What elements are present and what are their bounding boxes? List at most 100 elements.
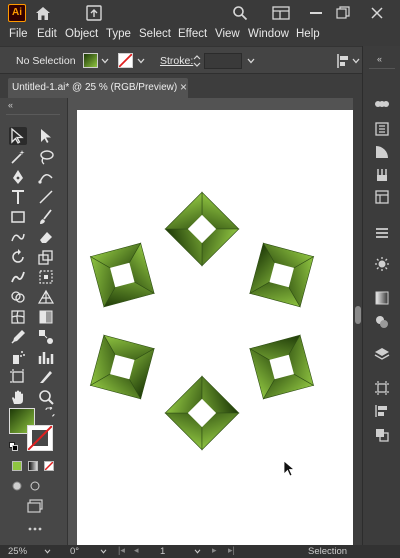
- chevron-down-icon[interactable]: [194, 549, 201, 554]
- menu-object[interactable]: Object: [65, 28, 98, 40]
- menu-select[interactable]: Select: [139, 28, 171, 40]
- menu-window[interactable]: Window: [248, 28, 289, 40]
- stroke-swatch[interactable]: [118, 53, 133, 68]
- appearance-icon[interactable]: [374, 315, 390, 329]
- maximize-icon[interactable]: [336, 6, 350, 20]
- close-icon[interactable]: [370, 6, 384, 20]
- chevron-down-icon[interactable]: [137, 58, 145, 64]
- artboards-icon[interactable]: [374, 381, 390, 395]
- direct-selection-tool-icon[interactable]: [37, 127, 55, 145]
- type-tool-icon[interactable]: [9, 188, 27, 206]
- align-icon[interactable]: [336, 53, 350, 69]
- symbols-icon[interactable]: [374, 190, 390, 204]
- home-icon[interactable]: [34, 5, 52, 21]
- column-graph-tool-icon[interactable]: [37, 348, 55, 366]
- artboard-tool-icon[interactable]: [9, 368, 27, 386]
- next-artboard-icon[interactable]: ▸: [212, 545, 217, 556]
- zoom-level[interactable]: 25%: [8, 546, 27, 557]
- default-colors-icon[interactable]: [9, 442, 19, 452]
- gradient-tool-icon[interactable]: [37, 308, 55, 326]
- chevron-down-icon[interactable]: [247, 58, 255, 64]
- hand-tool-icon[interactable]: [9, 388, 27, 406]
- properties-icon[interactable]: [374, 97, 390, 111]
- separator: [6, 114, 60, 115]
- first-artboard-icon[interactable]: |◂: [118, 545, 125, 556]
- selection-tool-icon[interactable]: [9, 127, 27, 145]
- collapse-icon[interactable]: «: [377, 54, 382, 64]
- slice-tool-icon[interactable]: [37, 368, 55, 386]
- gradient-icon[interactable]: [374, 291, 390, 305]
- libraries-icon[interactable]: [374, 122, 390, 136]
- rosette-petal: [164, 191, 240, 267]
- search-icon[interactable]: [232, 5, 248, 21]
- free-transform-tool-icon[interactable]: [37, 268, 55, 286]
- menu-view[interactable]: View: [215, 28, 240, 40]
- cursor-icon: [283, 460, 297, 478]
- rosette-artwork[interactable]: [77, 178, 327, 464]
- perspective-grid-tool-icon[interactable]: [37, 288, 55, 306]
- mesh-tool-icon[interactable]: [9, 308, 27, 326]
- rosette-petal: [89, 242, 155, 308]
- stroke-weight-stepper[interactable]: [192, 53, 202, 69]
- shaper-tool-icon[interactable]: [9, 228, 27, 246]
- draw-normal-icon[interactable]: [11, 480, 23, 492]
- current-tool-label[interactable]: Selection: [308, 546, 347, 557]
- document-title: Untitled-1.ai* @ 25 % (RGB/Preview): [12, 82, 178, 93]
- brushes-icon[interactable]: [374, 168, 390, 182]
- color-mode-button[interactable]: [12, 461, 22, 471]
- last-artboard-icon[interactable]: ▸|: [228, 545, 235, 556]
- gradient-mode-button[interactable]: [28, 461, 38, 471]
- artboard-number[interactable]: 1: [160, 546, 165, 557]
- more-tools-icon[interactable]: [28, 527, 42, 531]
- menu-edit[interactable]: Edit: [37, 28, 57, 40]
- chevron-down-icon[interactable]: [44, 549, 51, 554]
- screen-mode-icon[interactable]: [27, 499, 43, 513]
- layers-icon[interactable]: [374, 347, 390, 361]
- align-panel-icon[interactable]: [374, 404, 390, 418]
- swap-colors-icon[interactable]: [45, 407, 55, 417]
- none-mode-button[interactable]: [44, 461, 54, 471]
- menu-effect[interactable]: Effect: [178, 28, 207, 40]
- stroke-label: Stroke:: [160, 55, 194, 67]
- chevron-down-icon[interactable]: [352, 58, 360, 64]
- lasso-tool-icon[interactable]: [37, 148, 55, 166]
- menu-help[interactable]: Help: [296, 28, 320, 40]
- scale-tool-icon[interactable]: [37, 248, 55, 266]
- stroke-panel-icon[interactable]: [374, 226, 390, 240]
- eyedropper-tool-icon[interactable]: [9, 328, 27, 346]
- blend-tool-icon[interactable]: [37, 328, 55, 346]
- paintbrush-tool-icon[interactable]: [37, 208, 55, 226]
- eraser-tool-icon[interactable]: [37, 228, 55, 246]
- curvature-tool-icon[interactable]: [37, 168, 55, 186]
- symbol-sprayer-tool-icon[interactable]: [9, 348, 27, 366]
- rotation-value[interactable]: 0°: [70, 546, 79, 557]
- stroke-weight-input[interactable]: [204, 53, 242, 69]
- rotate-tool-icon[interactable]: [9, 248, 27, 266]
- line-tool-icon[interactable]: [37, 188, 55, 206]
- control-bar: No Selection Stroke:: [0, 46, 400, 74]
- pathfinder-icon[interactable]: [374, 428, 390, 442]
- share-icon[interactable]: [86, 5, 102, 21]
- prev-artboard-icon[interactable]: ◂: [134, 545, 139, 556]
- menu-file[interactable]: File: [9, 28, 28, 40]
- pen-tool-icon[interactable]: [9, 168, 27, 186]
- stroke-color-swatch[interactable]: [27, 425, 53, 451]
- workspace-icon[interactable]: [272, 6, 290, 20]
- transparency-icon[interactable]: [374, 257, 390, 271]
- rectangle-tool-icon[interactable]: [9, 208, 27, 226]
- chevron-down-icon[interactable]: [100, 549, 107, 554]
- collapse-icon[interactable]: «: [8, 100, 13, 110]
- fill-swatch[interactable]: [83, 53, 98, 68]
- warp-tool-icon[interactable]: [9, 268, 27, 286]
- menu-type[interactable]: Type: [106, 28, 131, 40]
- document-tab[interactable]: Untitled-1.ai* @ 25 % (RGB/Preview): [8, 78, 188, 98]
- draw-behind-icon[interactable]: [29, 480, 41, 492]
- scroll-thumb[interactable]: [355, 306, 361, 324]
- minimize-icon[interactable]: [310, 12, 322, 14]
- shape-builder-tool-icon[interactable]: [9, 288, 27, 306]
- zoom-tool-icon[interactable]: [37, 388, 55, 406]
- close-tab-icon[interactable]: ×: [180, 80, 187, 94]
- color-guide-icon[interactable]: [374, 145, 390, 159]
- chevron-down-icon[interactable]: [101, 58, 109, 64]
- magic-wand-tool-icon[interactable]: [9, 148, 27, 166]
